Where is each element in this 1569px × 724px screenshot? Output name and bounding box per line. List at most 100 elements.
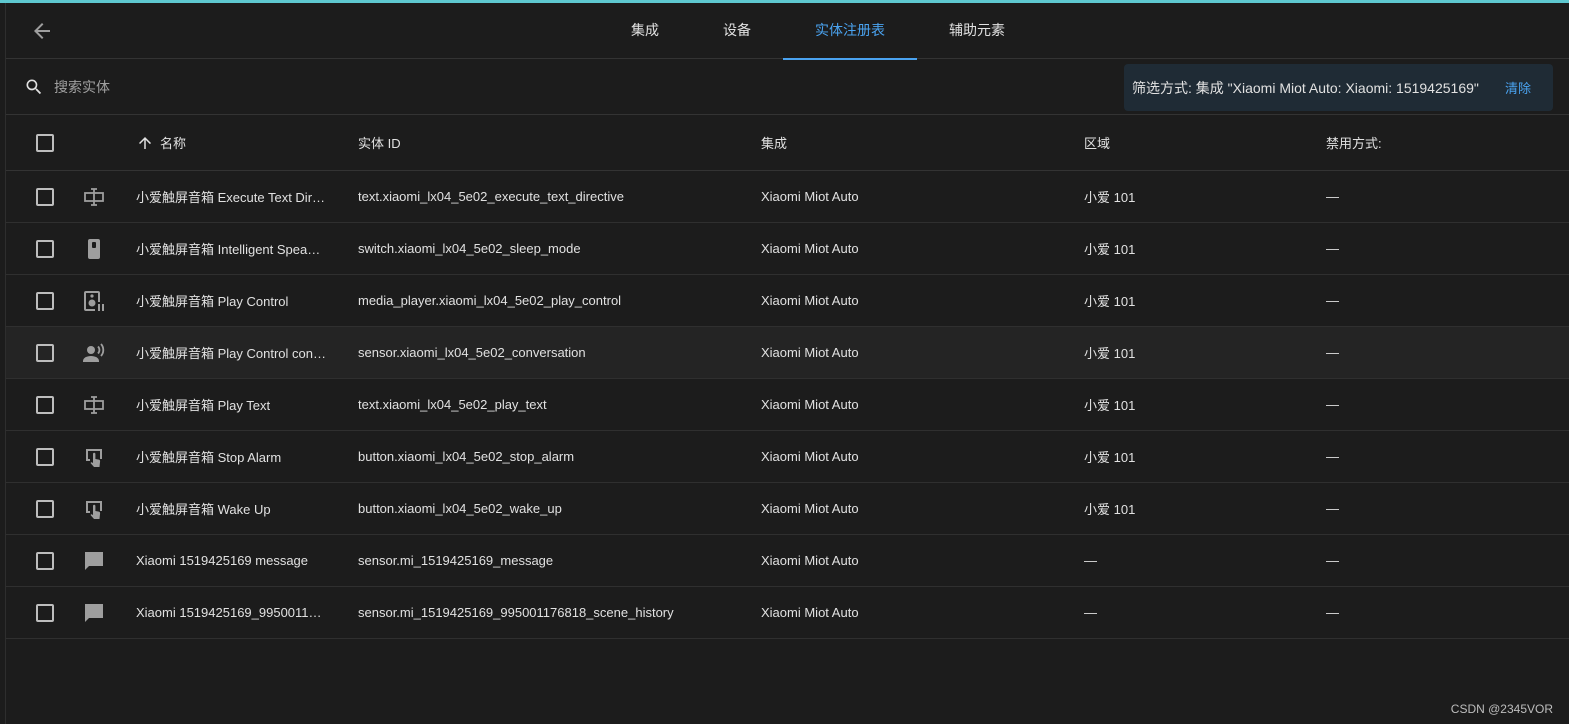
disabled-by-column-header[interactable]: 禁用方式: [1326,115,1526,170]
entity-area: 小爱 101 [1084,346,1136,361]
row-checkbox[interactable] [36,239,54,258]
entity-area: 小爱 101 [1084,450,1136,465]
watermark: CSDN @2345VOR [1450,702,1553,716]
entity-name: 小爱触屏音箱 Wake Up [136,483,326,534]
entity-id: switch.xiaomi_lx04_5e02_sleep_mode [358,241,581,256]
table-header: 名称 实体 ID 集成 区域 禁用方式: [6,115,1569,171]
table-row[interactable]: 小爱触屏音箱 Play Text text.xiaomi_lx04_5e02_p… [6,379,1569,431]
back-arrow-icon[interactable] [30,19,54,43]
entity-id: sensor.mi_1519425169_995001176818_scene_… [358,605,674,620]
filter-chip: 筛选方式: 集成 "Xiaomi Miot Auto: Xiaomi: 1519… [1124,64,1553,111]
row-checkbox-cell [36,223,56,274]
row-checkbox[interactable] [36,291,54,310]
table-row[interactable]: 小爱触屏音箱 Stop Alarm button.xiaomi_lx04_5e0… [6,431,1569,483]
row-checkbox[interactable] [36,395,54,414]
row-checkbox-cell [36,483,56,534]
search-input[interactable] [54,74,654,100]
entity-integration: Xiaomi Miot Auto [761,345,859,360]
entity-table: 名称 实体 ID 集成 区域 禁用方式: 小爱触屏音箱 Execute Text… [6,115,1569,639]
entity-integration: Xiaomi Miot Auto [761,241,859,256]
entity-disabled-by: — [1326,501,1339,516]
table-row[interactable]: 小爱触屏音箱 Play Control media_player.xiaomi_… [6,275,1569,327]
entity-id-column-header[interactable]: 实体 ID [358,115,748,170]
search-bar: 筛选方式: 集成 "Xiaomi Miot Auto: Xiaomi: 1519… [6,60,1569,115]
row-checkbox[interactable] [36,499,54,518]
text-field-icon [82,171,106,222]
entity-disabled-by: — [1326,189,1339,204]
tab-bar: 集成 设备 实体注册表 辅助元素 [599,3,1037,60]
account-voice-icon [82,327,106,378]
row-checkbox[interactable] [36,603,54,622]
row-checkbox-cell [36,587,56,638]
name-header-label: 名称 [160,136,187,151]
entity-name-text: 小爱触屏音箱 Execute Text Dire… [136,190,326,205]
entity-integration: Xiaomi Miot Auto [761,293,859,308]
entity-area: — [1084,553,1097,568]
entity-name-text: 小爱触屏音箱 Play Control conv… [136,346,326,361]
switch-icon [82,223,106,274]
entity-id: text.xiaomi_lx04_5e02_execute_text_direc… [358,189,624,204]
entity-id: sensor.xiaomi_lx04_5e02_conversation [358,345,586,360]
table-row[interactable]: 小爱触屏音箱 Play Control conv… sensor.xiaomi_… [6,327,1569,379]
entity-name: 小爱触屏音箱 Execute Text Dire… [136,171,326,222]
entity-integration: Xiaomi Miot Auto [761,397,859,412]
table-row[interactable]: Xiaomi 1519425169_99500117… sensor.mi_15… [6,587,1569,639]
entity-name: 小爱触屏音箱 Play Text [136,379,326,430]
entity-name: 小爱触屏音箱 Play Control [136,275,326,326]
row-checkbox-cell [36,171,56,222]
entity-area: 小爱 101 [1084,502,1136,517]
header: 集成 设备 实体注册表 辅助元素 [6,3,1569,60]
speaker-pause-icon [82,275,106,326]
table-row[interactable]: 小爱触屏音箱 Execute Text Dire… text.xiaomi_lx… [6,171,1569,223]
row-checkbox[interactable] [36,343,54,362]
entity-id: text.xiaomi_lx04_5e02_play_text [358,397,547,412]
entity-name: Xiaomi 1519425169_99500117… [136,587,326,638]
text-field-icon [82,379,106,430]
entity-id: sensor.mi_1519425169_message [358,553,554,568]
clear-filter-button[interactable]: 清除 [1505,78,1531,97]
entity-id: button.xiaomi_lx04_5e02_wake_up [358,501,562,516]
entity-area: 小爱 101 [1084,190,1136,205]
entity-name-text: 小爱触屏音箱 Intelligent Speake… [136,242,326,257]
entity-integration: Xiaomi Miot Auto [761,449,859,464]
entity-disabled-by: — [1326,293,1339,308]
row-checkbox-cell [36,275,56,326]
entity-disabled-by: — [1326,449,1339,464]
row-checkbox-cell [36,379,56,430]
row-checkbox[interactable] [36,447,54,466]
select-all-checkbox[interactable] [36,133,54,152]
table-row[interactable]: Xiaomi 1519425169 message sensor.mi_1519… [6,535,1569,587]
entity-name: 小爱触屏音箱 Play Control conv… [136,327,326,378]
entity-name-text: 小爱触屏音箱 Stop Alarm [136,450,282,465]
row-checkbox[interactable] [36,187,54,206]
row-checkbox[interactable] [36,551,54,570]
name-column-header[interactable]: 名称 [136,115,326,170]
entity-id: button.xiaomi_lx04_5e02_stop_alarm [358,449,575,464]
entity-name: Xiaomi 1519425169 message [136,535,326,586]
entity-id: media_player.xiaomi_lx04_5e02_play_contr… [358,293,622,308]
entity-disabled-by: — [1326,345,1339,360]
select-all-cell [36,115,56,170]
entity-integration: Xiaomi Miot Auto [761,605,859,620]
entity-disabled-by: — [1326,553,1339,568]
table-row[interactable]: 小爱触屏音箱 Wake Up button.xiaomi_lx04_5e02_w… [6,483,1569,535]
entity-integration: Xiaomi Miot Auto [761,501,859,516]
gesture-tap-button-icon [82,483,106,534]
tab-devices[interactable]: 设备 [691,3,783,59]
tab-entities[interactable]: 实体注册表 [783,3,917,60]
row-checkbox-cell [36,535,56,586]
table-row[interactable]: 小爱触屏音箱 Intelligent Speake… switch.xiaomi… [6,223,1569,275]
entity-disabled-by: — [1326,397,1339,412]
integration-column-header[interactable]: 集成 [761,115,1061,170]
tab-integrations[interactable]: 集成 [599,3,691,59]
row-checkbox-cell [36,327,56,378]
gesture-tap-button-icon [82,431,106,482]
area-column-header[interactable]: 区域 [1084,115,1284,170]
entity-integration: Xiaomi Miot Auto [761,189,859,204]
tab-helpers[interactable]: 辅助元素 [917,3,1037,59]
entity-name-text: Xiaomi 1519425169 message [136,553,309,568]
row-checkbox-cell [36,431,56,482]
message-icon [82,587,106,638]
message-icon [82,535,106,586]
entity-name-text: 小爱触屏音箱 Wake Up [136,502,271,517]
